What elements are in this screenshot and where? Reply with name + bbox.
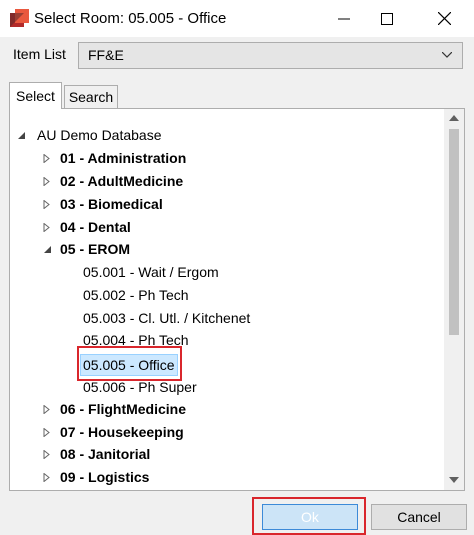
close-button[interactable] <box>418 0 470 37</box>
collapsed-triangle-icon <box>43 200 50 209</box>
scroll-down-icon[interactable] <box>449 477 459 483</box>
collapsed-triangle-icon <box>43 405 50 414</box>
tree-item-label: 05.006 - Ph Super <box>83 379 197 395</box>
minimize-icon <box>338 18 350 19</box>
maximize-button[interactable] <box>361 0 413 37</box>
dialog-content: Item List FF&E Select Search AU Demo Dat… <box>0 37 474 535</box>
tree-panel: AU Demo Database 01 - Administration 02 … <box>9 108 465 491</box>
tree-item-label: 05.001 - Wait / Ergom <box>83 264 219 280</box>
scrollbar-thumb[interactable] <box>449 129 459 335</box>
tab-search[interactable]: Search <box>64 85 118 109</box>
collapsed-triangle-icon <box>43 428 50 437</box>
tree-item-label: 05 - EROM <box>60 241 131 257</box>
tree-item-label: 06 - FlightMedicine <box>60 401 187 417</box>
tree-item-label: 01 - Administration <box>60 150 187 166</box>
item-list-select[interactable]: FF&E <box>78 42 463 69</box>
ok-button[interactable]: Ok <box>262 504 358 530</box>
tree-item-label: 09 - Logistics <box>60 469 150 485</box>
tab-select[interactable]: Select <box>9 82 62 109</box>
app-icon <box>10 9 29 27</box>
tree-root-label: AU Demo Database <box>37 127 162 143</box>
window-title: Select Room: 05.005 - Office <box>34 10 227 27</box>
collapsed-triangle-icon <box>43 223 50 232</box>
collapsed-triangle-icon <box>43 154 50 163</box>
scroll-up-icon[interactable] <box>449 115 459 121</box>
collapsed-triangle-icon <box>43 177 50 186</box>
expanded-triangle-icon <box>44 246 51 253</box>
title-bar: Select Room: 05.005 - Office <box>0 0 474 37</box>
tree-item-label: 02 - AdultMedicine <box>60 173 184 189</box>
expanded-triangle-icon <box>18 132 25 139</box>
tree-item-label: 08 - Janitorial <box>60 446 151 462</box>
item-list-label: Item List <box>13 46 66 62</box>
tree-item-label: 05.002 - Ph Tech <box>83 287 189 303</box>
cancel-button[interactable]: Cancel <box>371 504 467 530</box>
close-icon <box>437 12 451 25</box>
collapsed-triangle-icon <box>43 473 50 482</box>
room-tree[interactable]: AU Demo Database 01 - Administration 02 … <box>10 109 444 490</box>
tree-item-label: 05.003 - Cl. Utl. / Kitchenet <box>83 310 251 326</box>
chevron-down-icon <box>442 52 452 58</box>
tree-item-label: 03 - Biomedical <box>60 196 163 212</box>
item-list-value: FF&E <box>88 47 124 63</box>
tree-scrollbar[interactable] <box>444 109 464 490</box>
maximize-icon <box>381 12 393 25</box>
collapsed-triangle-icon <box>43 450 50 459</box>
tree-item-label: 04 - Dental <box>60 219 131 235</box>
tree-item-label: 07 - Housekeeping <box>60 424 184 440</box>
